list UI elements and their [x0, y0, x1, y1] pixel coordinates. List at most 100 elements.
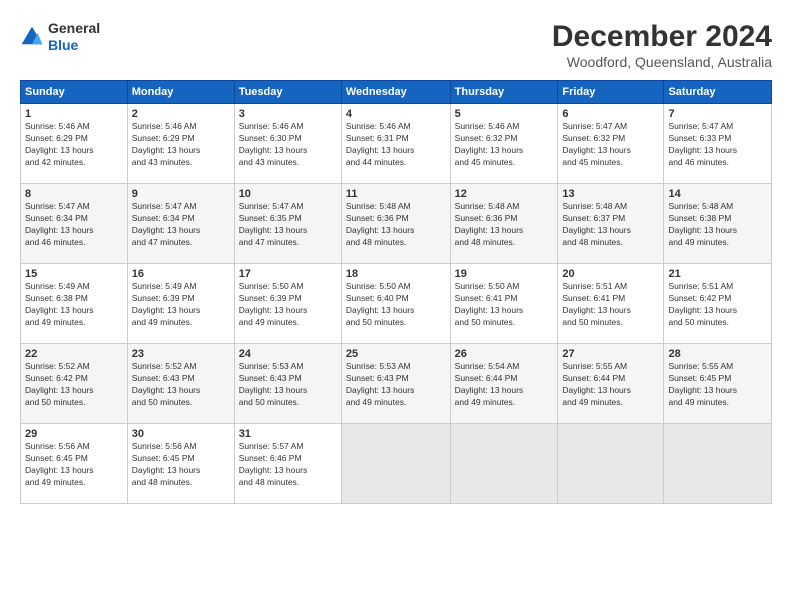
- day-info: Sunrise: 5:52 AMSunset: 6:42 PMDaylight:…: [25, 361, 123, 409]
- day-number: 2: [132, 108, 230, 120]
- calendar-cell: 27Sunrise: 5:55 AMSunset: 6:44 PMDayligh…: [558, 344, 664, 424]
- day-number: 3: [239, 108, 337, 120]
- day-info: Sunrise: 5:54 AMSunset: 6:44 PMDaylight:…: [455, 361, 554, 409]
- day-info: Sunrise: 5:46 AMSunset: 6:29 PMDaylight:…: [25, 121, 123, 169]
- calendar-cell: 29Sunrise: 5:56 AMSunset: 6:45 PMDayligh…: [21, 424, 128, 504]
- calendar-table: Sunday Monday Tuesday Wednesday Thursday…: [20, 80, 772, 504]
- col-saturday: Saturday: [664, 81, 772, 104]
- day-info: Sunrise: 5:53 AMSunset: 6:43 PMDaylight:…: [239, 361, 337, 409]
- calendar-cell: 8Sunrise: 5:47 AMSunset: 6:34 PMDaylight…: [21, 184, 128, 264]
- calendar-cell: 11Sunrise: 5:48 AMSunset: 6:36 PMDayligh…: [341, 184, 450, 264]
- day-number: 21: [668, 268, 767, 280]
- day-number: 10: [239, 188, 337, 200]
- logo-blue: Blue: [48, 37, 100, 54]
- day-info: Sunrise: 5:46 AMSunset: 6:30 PMDaylight:…: [239, 121, 337, 169]
- day-info: Sunrise: 5:49 AMSunset: 6:39 PMDaylight:…: [132, 281, 230, 329]
- day-info: Sunrise: 5:48 AMSunset: 6:36 PMDaylight:…: [346, 201, 446, 249]
- calendar-header: Sunday Monday Tuesday Wednesday Thursday…: [21, 81, 772, 104]
- day-info: Sunrise: 5:46 AMSunset: 6:31 PMDaylight:…: [346, 121, 446, 169]
- calendar-cell: 21Sunrise: 5:51 AMSunset: 6:42 PMDayligh…: [664, 264, 772, 344]
- calendar-cell: 30Sunrise: 5:56 AMSunset: 6:45 PMDayligh…: [127, 424, 234, 504]
- day-number: 14: [668, 188, 767, 200]
- calendar-week-2: 8Sunrise: 5:47 AMSunset: 6:34 PMDaylight…: [21, 184, 772, 264]
- day-info: Sunrise: 5:46 AMSunset: 6:32 PMDaylight:…: [455, 121, 554, 169]
- calendar-cell: 9Sunrise: 5:47 AMSunset: 6:34 PMDaylight…: [127, 184, 234, 264]
- day-info: Sunrise: 5:48 AMSunset: 6:38 PMDaylight:…: [668, 201, 767, 249]
- logo-icon: [20, 25, 44, 49]
- day-number: 16: [132, 268, 230, 280]
- day-number: 9: [132, 188, 230, 200]
- col-thursday: Thursday: [450, 81, 558, 104]
- day-info: Sunrise: 5:47 AMSunset: 6:32 PMDaylight:…: [562, 121, 659, 169]
- day-info: Sunrise: 5:48 AMSunset: 6:36 PMDaylight:…: [455, 201, 554, 249]
- calendar-cell: 18Sunrise: 5:50 AMSunset: 6:40 PMDayligh…: [341, 264, 450, 344]
- day-info: Sunrise: 5:46 AMSunset: 6:29 PMDaylight:…: [132, 121, 230, 169]
- calendar-cell: 17Sunrise: 5:50 AMSunset: 6:39 PMDayligh…: [234, 264, 341, 344]
- calendar-week-5: 29 Sunrise: 5:56 AMSunset: 6:45 PMDayligh…: [21, 424, 772, 504]
- logo-text: General Blue: [48, 20, 100, 54]
- calendar-cell: 26Sunrise: 5:54 AMSunset: 6:44 PMDayligh…: [450, 344, 558, 424]
- day-number: 25: [346, 348, 446, 360]
- col-sunday: Sunday: [21, 81, 128, 104]
- day-number: 15: [25, 268, 123, 280]
- day-info: Sunrise: 5:51 AMSunset: 6:42 PMDaylight:…: [668, 281, 767, 329]
- calendar-cell: 3Sunrise: 5:46 AMSunset: 6:30 PMDaylight…: [234, 104, 341, 184]
- day-number: 1: [25, 108, 123, 120]
- calendar-cell: [341, 424, 450, 504]
- calendar-cell: 10Sunrise: 5:47 AMSunset: 6:35 PMDayligh…: [234, 184, 341, 264]
- calendar-week-1: 1Sunrise: 5:46 AMSunset: 6:29 PMDaylight…: [21, 104, 772, 184]
- day-number: 22: [25, 348, 123, 360]
- calendar-cell: [664, 424, 772, 504]
- calendar-cell: 7Sunrise: 5:47 AMSunset: 6:33 PMDaylight…: [664, 104, 772, 184]
- day-number: 6: [562, 108, 659, 120]
- day-number: 20: [562, 268, 659, 280]
- day-number: 27: [562, 348, 659, 360]
- logo-general: General: [48, 20, 100, 37]
- calendar-cell: 19Sunrise: 5:50 AMSunset: 6:41 PMDayligh…: [450, 264, 558, 344]
- day-info: Sunrise: 5:47 AMSunset: 6:33 PMDaylight:…: [668, 121, 767, 169]
- calendar-body: 1Sunrise: 5:46 AMSunset: 6:29 PMDaylight…: [21, 104, 772, 504]
- page-subtitle: Woodford, Queensland, Australia: [552, 54, 772, 70]
- day-number: 13: [562, 188, 659, 200]
- day-info: Sunrise: 5:51 AMSunset: 6:41 PMDaylight:…: [562, 281, 659, 329]
- logo: General Blue: [20, 20, 100, 54]
- calendar-cell: 2Sunrise: 5:46 AMSunset: 6:29 PMDaylight…: [127, 104, 234, 184]
- day-number: 24: [239, 348, 337, 360]
- day-info: Sunrise: 5:47 AMSunset: 6:34 PMDaylight:…: [132, 201, 230, 249]
- col-tuesday: Tuesday: [234, 81, 341, 104]
- day-info: Sunrise: 5:56 AMSunset: 6:45 PMDaylight:…: [132, 441, 230, 489]
- calendar-cell: [450, 424, 558, 504]
- calendar-cell: 24Sunrise: 5:53 AMSunset: 6:43 PMDayligh…: [234, 344, 341, 424]
- calendar-cell: 1Sunrise: 5:46 AMSunset: 6:29 PMDaylight…: [21, 104, 128, 184]
- calendar-cell: 15Sunrise: 5:49 AMSunset: 6:38 PMDayligh…: [21, 264, 128, 344]
- header: General Blue December 2024 Woodford, Que…: [20, 20, 772, 70]
- day-number: 12: [455, 188, 554, 200]
- day-number: 8: [25, 188, 123, 200]
- calendar-cell: 5Sunrise: 5:46 AMSunset: 6:32 PMDaylight…: [450, 104, 558, 184]
- day-info: Sunrise: 5:53 AMSunset: 6:43 PMDaylight:…: [346, 361, 446, 409]
- day-info: Sunrise: 5:50 AMSunset: 6:40 PMDaylight:…: [346, 281, 446, 329]
- page: General Blue December 2024 Woodford, Que…: [0, 0, 792, 612]
- day-info: Sunrise: 5:50 AMSunset: 6:39 PMDaylight:…: [239, 281, 337, 329]
- day-info: Sunrise: 5:55 AMSunset: 6:45 PMDaylight:…: [668, 361, 767, 409]
- calendar-cell: 12Sunrise: 5:48 AMSunset: 6:36 PMDayligh…: [450, 184, 558, 264]
- day-info: Sunrise: 5:57 AMSunset: 6:46 PMDaylight:…: [239, 441, 337, 489]
- calendar-cell: 28Sunrise: 5:55 AMSunset: 6:45 PMDayligh…: [664, 344, 772, 424]
- calendar-cell: 4Sunrise: 5:46 AMSunset: 6:31 PMDaylight…: [341, 104, 450, 184]
- day-number: 17: [239, 268, 337, 280]
- page-title: December 2024: [552, 20, 772, 54]
- day-number: 5: [455, 108, 554, 120]
- calendar-cell: 22Sunrise: 5:52 AMSunset: 6:42 PMDayligh…: [21, 344, 128, 424]
- calendar-cell: 20Sunrise: 5:51 AMSunset: 6:41 PMDayligh…: [558, 264, 664, 344]
- calendar-week-4: 22Sunrise: 5:52 AMSunset: 6:42 PMDayligh…: [21, 344, 772, 424]
- day-info: Sunrise: 5:50 AMSunset: 6:41 PMDaylight:…: [455, 281, 554, 329]
- calendar-cell: 31Sunrise: 5:57 AMSunset: 6:46 PMDayligh…: [234, 424, 341, 504]
- day-number: 31: [239, 428, 337, 440]
- day-info: Sunrise: 5:47 AMSunset: 6:34 PMDaylight:…: [25, 201, 123, 249]
- day-number: 29: [25, 428, 123, 440]
- header-row: Sunday Monday Tuesday Wednesday Thursday…: [21, 81, 772, 104]
- day-number: 11: [346, 188, 446, 200]
- col-wednesday: Wednesday: [341, 81, 450, 104]
- day-number: 19: [455, 268, 554, 280]
- col-friday: Friday: [558, 81, 664, 104]
